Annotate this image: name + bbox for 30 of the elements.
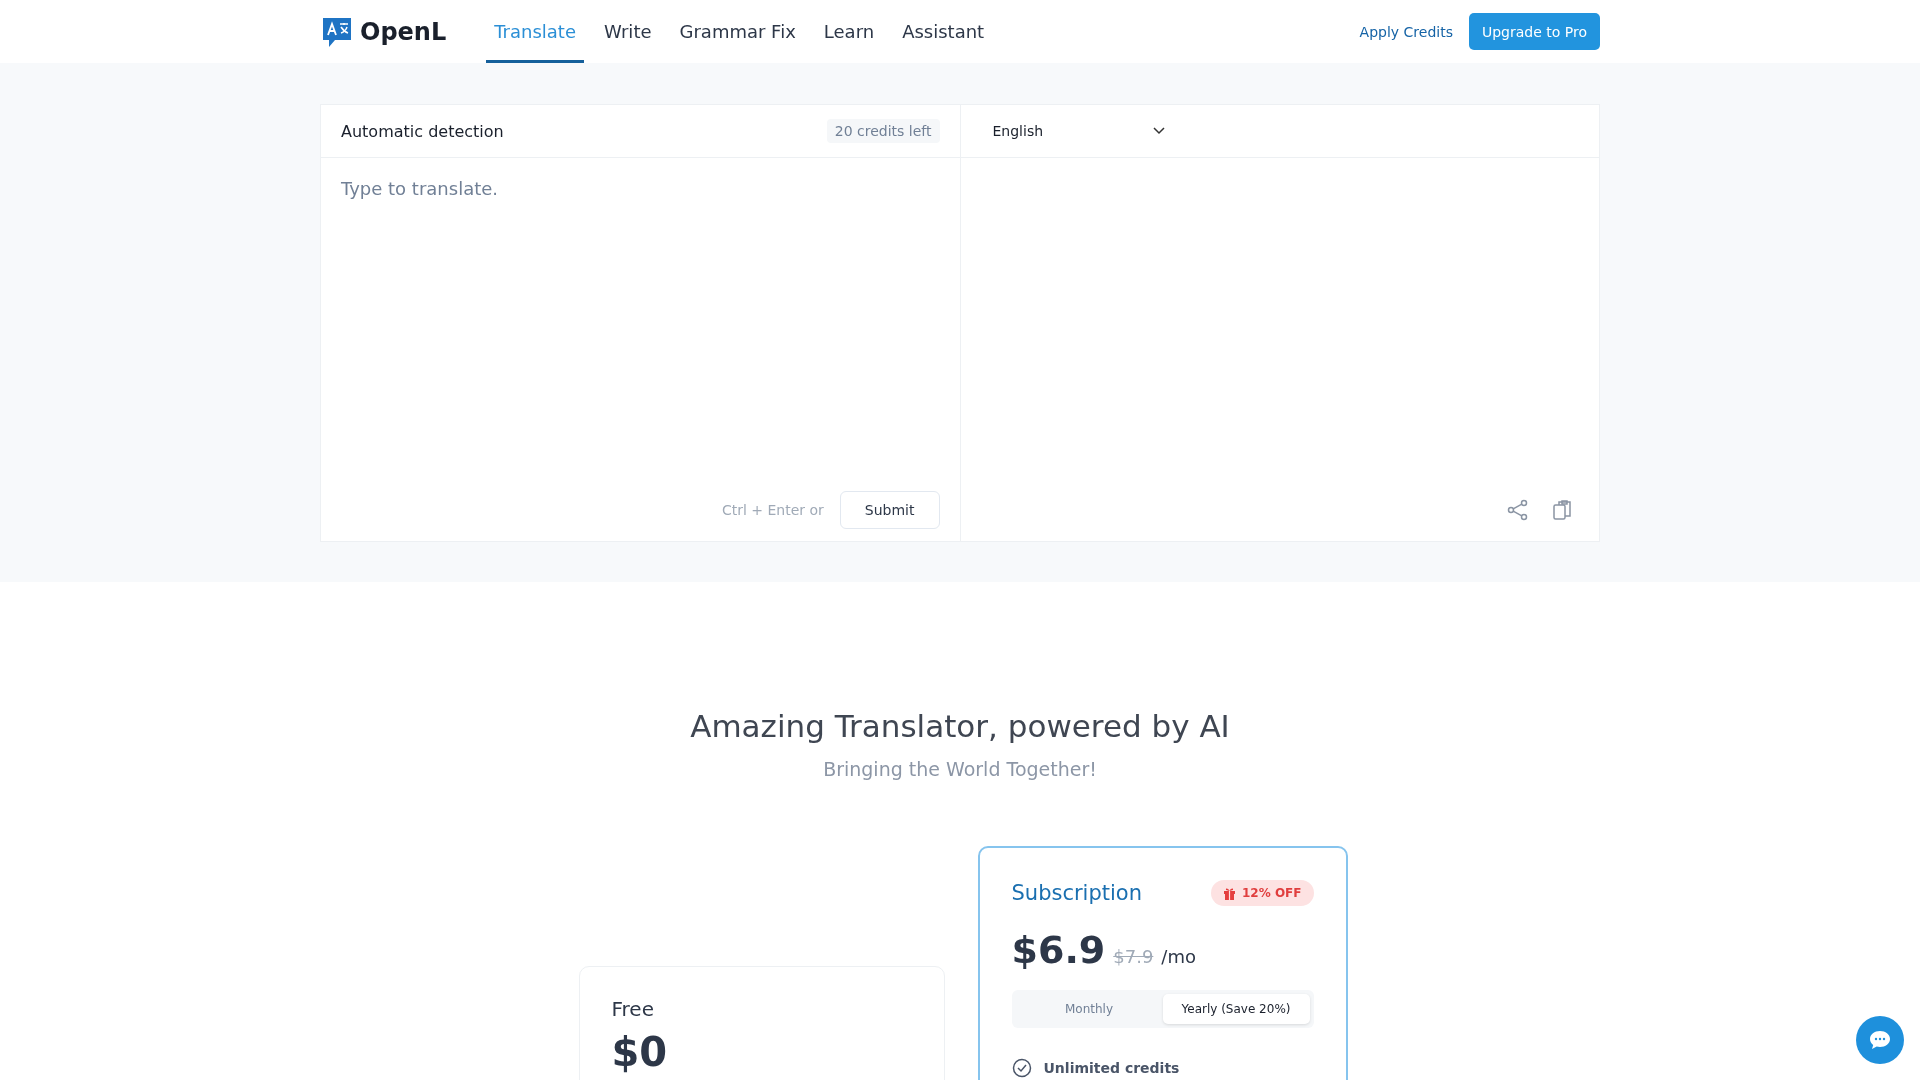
plan-name: Free xyxy=(611,997,655,1021)
nav-tab[interactable]: Grammar Fix xyxy=(671,0,804,63)
plan-name: Subscription xyxy=(1011,881,1142,905)
plan-price: $0 xyxy=(611,1029,669,1075)
gift-icon xyxy=(1223,886,1236,900)
credits-badge: 20 credits left xyxy=(826,119,940,143)
old-price: $7.9 xyxy=(1113,946,1154,967)
chat-button[interactable] xyxy=(1856,1016,1904,1064)
source-language[interactable]: Automatic detection xyxy=(341,121,504,141)
shortcut-hint: Ctrl + Enter or xyxy=(721,502,824,518)
apply-credits-link[interactable]: Apply Credits xyxy=(1359,23,1453,40)
price-period: /mo xyxy=(1161,946,1196,967)
chat-bubble-icon xyxy=(1869,1030,1891,1050)
billing-option[interactable]: Yearly (Save 20%) xyxy=(1162,994,1310,1024)
discount-text: 12% OFF xyxy=(1242,886,1302,900)
share-icon[interactable] xyxy=(1507,499,1529,521)
nav-tab[interactable]: Write xyxy=(596,0,660,63)
logo-text[interactable]: OpenL xyxy=(360,17,447,46)
nav-tab[interactable]: Learn xyxy=(815,0,883,63)
hero-subtitle: Bringing the World Together! xyxy=(822,758,1098,780)
billing-option[interactable]: Monthly xyxy=(1015,994,1163,1024)
nav-tab[interactable]: Assistant xyxy=(894,0,993,63)
chevron-down-icon xyxy=(1153,127,1166,135)
copy-icon[interactable] xyxy=(1551,499,1573,521)
feature-text: Unlimited credits xyxy=(1043,1060,1180,1076)
hero-title: Amazing Translator, powered by AI xyxy=(689,708,1231,744)
target-language-select[interactable]: English xyxy=(980,123,1178,139)
check-circle-icon xyxy=(1011,1058,1032,1078)
plan-price: $6.9 xyxy=(1011,928,1106,972)
submit-button[interactable]: Submit xyxy=(839,491,940,529)
